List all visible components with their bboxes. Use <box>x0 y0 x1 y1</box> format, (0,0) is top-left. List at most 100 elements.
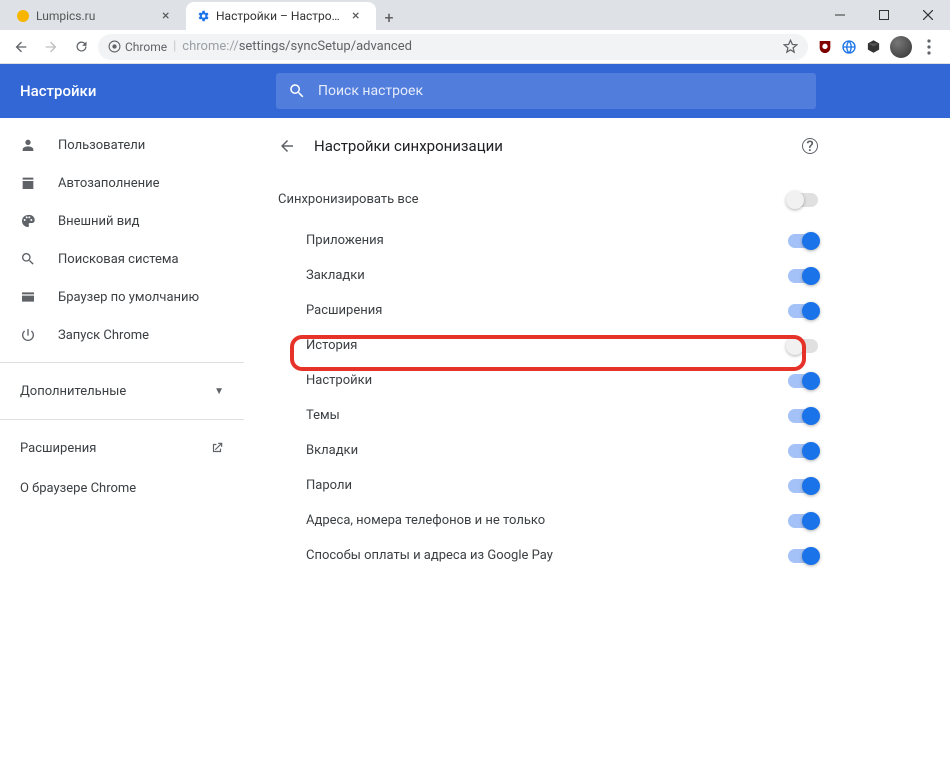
toggle-row-themes[interactable]: Темы <box>278 398 818 433</box>
help-icon[interactable]: ? <box>802 138 818 154</box>
sidebar-label: Автозаполнение <box>58 176 160 191</box>
tab-settings[interactable]: Настройки – Настройки синхро × <box>186 2 376 30</box>
toggle-apps[interactable] <box>788 234 818 248</box>
toggle-row-apps[interactable]: Приложения <box>278 223 818 258</box>
sidebar-item-autofill[interactable]: Автозаполнение <box>0 164 244 202</box>
toggle-payments[interactable] <box>788 549 818 563</box>
sidebar-separator <box>0 362 244 363</box>
sidebar-item-advanced[interactable]: Дополнительные ▼ <box>0 371 244 411</box>
profile-avatar[interactable] <box>890 36 912 58</box>
toggle-passwords[interactable] <box>788 479 818 493</box>
settings-search-input[interactable] <box>318 83 804 99</box>
cube-ext-icon[interactable] <box>864 38 882 56</box>
external-link-icon <box>210 441 224 455</box>
settings-title: Настройки <box>0 82 276 100</box>
row-label: Настройки <box>306 373 788 388</box>
new-tab-button[interactable]: + <box>376 4 402 30</box>
page-header: Настройки синхронизации ? <box>278 118 818 174</box>
toggle-extensions[interactable] <box>788 304 818 318</box>
power-icon <box>20 327 38 343</box>
toggle-row-tabs[interactable]: Вкладки <box>278 433 818 468</box>
browser-icon <box>20 289 38 305</box>
window-controls <box>818 0 950 30</box>
sidebar-item-people[interactable]: Пользователи <box>0 126 244 164</box>
sidebar-item-about[interactable]: О браузере Chrome <box>0 468 244 508</box>
chrome-origin-icon: Chrome <box>108 40 167 54</box>
sidebar-item-default-browser[interactable]: Браузер по умолчанию <box>0 278 244 316</box>
minimize-button[interactable] <box>818 0 862 30</box>
tab-lumpics[interactable]: Lumpics.ru × <box>6 2 186 30</box>
row-label: Приложения <box>306 233 788 248</box>
row-label: Вкладки <box>306 443 788 458</box>
sidebar-label: Внешний вид <box>58 214 140 229</box>
toggle-row-bookmarks[interactable]: Закладки <box>278 258 818 293</box>
sidebar-label: Пользователи <box>58 138 145 153</box>
settings-content: Настройки синхронизации ? Синхронизирова… <box>244 118 950 768</box>
toggle-themes[interactable] <box>788 409 818 423</box>
row-label: Темы <box>306 408 788 423</box>
toggle-settings[interactable] <box>788 374 818 388</box>
url-scheme: chrome:// <box>182 39 238 54</box>
toggle-row-sync-all[interactable]: Синхронизировать все <box>278 182 818 217</box>
nav-reload-button[interactable] <box>68 34 94 60</box>
gear-favicon-icon <box>196 9 210 23</box>
back-button[interactable] <box>278 137 298 155</box>
chevron-down-icon: ▼ <box>214 386 224 397</box>
close-tab-icon[interactable]: × <box>162 8 176 24</box>
row-label: Адреса, номера телефонов и не только <box>306 513 788 528</box>
maximize-button[interactable] <box>862 0 906 30</box>
close-window-button[interactable] <box>906 0 950 30</box>
bookmark-star-icon[interactable] <box>783 39 798 54</box>
search-icon <box>288 82 306 100</box>
sidebar-item-extensions[interactable]: Расширения <box>0 428 244 468</box>
row-label: Способы оплаты и адреса из Google Pay <box>306 548 788 563</box>
settings-header: Настройки <box>0 64 950 118</box>
sidebar-item-search[interactable]: Поисковая система <box>0 240 244 278</box>
page-title: Настройки синхронизации <box>314 137 503 155</box>
url-path: settings/syncSetup/advanced <box>239 39 412 54</box>
row-label: История <box>306 338 788 353</box>
toggle-history[interactable] <box>788 339 818 353</box>
sidebar-label: О браузере Chrome <box>20 481 136 496</box>
row-label: Пароли <box>306 478 788 493</box>
toggle-row-history[interactable]: История <box>278 328 818 363</box>
sidebar-separator <box>0 419 244 420</box>
search-icon <box>20 251 38 267</box>
extension-icons <box>812 38 886 56</box>
address-bar: Chrome | chrome://settings/syncSetup/adv… <box>0 30 950 64</box>
tab-title: Lumpics.ru <box>36 9 156 23</box>
close-tab-icon[interactable]: × <box>352 8 366 24</box>
toggle-tabs[interactable] <box>788 444 818 458</box>
globe-ext-icon[interactable] <box>840 38 858 56</box>
toggle-row-passwords[interactable]: Пароли <box>278 468 818 503</box>
ublock-ext-icon[interactable] <box>816 38 834 56</box>
palette-icon <box>20 213 38 229</box>
autofill-icon <box>20 175 38 191</box>
toggle-sync-all[interactable] <box>788 193 818 207</box>
row-label: Расширения <box>306 303 788 318</box>
url-input[interactable]: Chrome | chrome://settings/syncSetup/adv… <box>98 34 808 60</box>
chrome-menu-button[interactable] <box>916 39 942 55</box>
toggle-row-payments[interactable]: Способы оплаты и адреса из Google Pay <box>278 538 818 573</box>
sidebar-label: Расширения <box>20 441 96 456</box>
settings-sidebar: Пользователи Автозаполнение Внешний вид … <box>0 118 244 768</box>
sidebar-item-appearance[interactable]: Внешний вид <box>0 202 244 240</box>
row-label: Синхронизировать все <box>278 192 788 207</box>
sidebar-label: Запуск Chrome <box>58 328 149 343</box>
toggle-bookmarks[interactable] <box>788 269 818 283</box>
tab-title: Настройки – Настройки синхро <box>216 9 346 23</box>
toggle-row-settings[interactable]: Настройки <box>278 363 818 398</box>
sidebar-label: Браузер по умолчанию <box>58 290 199 305</box>
settings-search[interactable] <box>276 73 816 109</box>
origin-label: Chrome <box>125 40 167 54</box>
sidebar-label: Поисковая система <box>58 252 179 267</box>
toggle-row-extensions[interactable]: Расширения <box>278 293 818 328</box>
sidebar-item-startup[interactable]: Запуск Chrome <box>0 316 244 354</box>
nav-back-button[interactable] <box>8 34 34 60</box>
lumpics-favicon-icon <box>16 9 30 23</box>
toggle-addresses[interactable] <box>788 514 818 528</box>
toggle-row-addresses[interactable]: Адреса, номера телефонов и не только <box>278 503 818 538</box>
person-icon <box>20 137 38 153</box>
nav-forward-button[interactable] <box>38 34 64 60</box>
window-titlebar: Lumpics.ru × Настройки – Настройки синхр… <box>0 0 950 30</box>
